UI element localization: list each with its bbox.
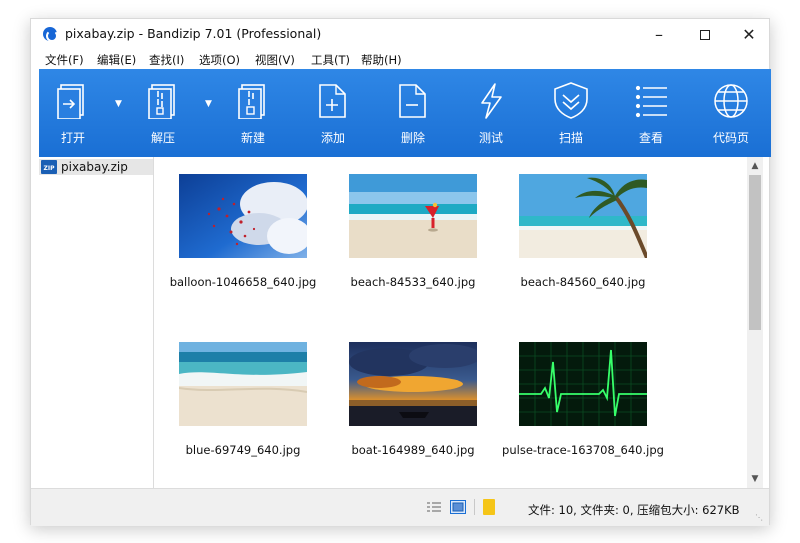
menu-tools[interactable]: 工具(T) (311, 52, 350, 68)
toolbar-test-button[interactable]: 测试 (463, 69, 519, 157)
toolbar-delete-label: 删除 (400, 131, 425, 145)
status-bar: 文件: 10, 文件夹: 0, 压缩包大小: 627KB ⋱ (31, 488, 769, 526)
window-title: pixabay.zip - Bandizip 7.01 (Professiona… (65, 26, 322, 41)
scroll-down-arrow-icon[interactable]: ▼ (747, 472, 763, 486)
toolbar-extract-button[interactable]: 解压 (135, 69, 191, 157)
menu-options[interactable]: 选项(O) (199, 52, 240, 68)
extract-dropdown-arrow[interactable]: ▼ (205, 99, 215, 109)
zip-archive-icon: ZIP (41, 160, 57, 174)
extract-icon (148, 84, 175, 119)
toolbar-add-button[interactable]: 添加 (305, 69, 361, 157)
shield-icon (554, 82, 588, 119)
file-item[interactable]: boat-164989_640.jpg (325, 325, 495, 465)
toolbar-view-button[interactable]: 查看 (623, 69, 679, 157)
app-window: pixabay.zip - Bandizip 7.01 (Professiona… (30, 18, 771, 526)
file-thumbnail-balloon (179, 174, 307, 258)
scroll-thumb[interactable] (749, 175, 761, 330)
delete-file-icon (399, 84, 426, 118)
file-item[interactable]: blue-69749_640.jpg (155, 325, 325, 465)
file-item[interactable]: pulse-trace-163708_640.jpg (495, 325, 665, 465)
open-icon (57, 84, 84, 119)
toolbar-test-label: 测试 (478, 131, 503, 145)
menu-edit[interactable]: 编辑(E) (97, 52, 136, 68)
toolbar-extract-label: 解压 (150, 131, 175, 145)
file-thumbnail-view: balloon-1046658_640.jpg beach-84533_640.… (155, 157, 747, 488)
file-thumbnail-beach-1 (349, 174, 477, 258)
toolbar-view-label: 查看 (638, 131, 663, 145)
file-thumbnail-pulse-trace (519, 342, 647, 426)
scroll-up-arrow-icon[interactable]: ▲ (747, 159, 763, 173)
file-name: beach-84533_640.jpg (350, 275, 476, 289)
toolbar-scan-button[interactable]: 扫描 (543, 69, 599, 157)
toolbar-scan-label: 扫描 (558, 131, 583, 145)
bandizip-logo-icon (43, 27, 58, 42)
menu-help[interactable]: 帮助(H) (361, 52, 402, 68)
lightning-icon (481, 83, 502, 119)
minimize-button[interactable]: – (647, 25, 671, 45)
status-summary: 文件: 10, 文件夹: 0, 压缩包大小: 627KB (528, 503, 740, 517)
open-dropdown-arrow[interactable]: ▼ (115, 99, 125, 109)
toolbar-open-label: 打开 (60, 131, 85, 145)
toolbar-codepage-button[interactable]: 代码页 (703, 69, 759, 157)
file-name: balloon-1046658_640.jpg (169, 275, 317, 289)
thumbnail-view-icon[interactable] (450, 500, 466, 514)
list-icon (635, 85, 667, 118)
menu-file[interactable]: 文件(F) (45, 52, 84, 68)
close-button[interactable]: ✕ (737, 25, 761, 45)
new-archive-icon (238, 84, 265, 119)
file-thumbnail-boat (349, 342, 477, 426)
toolbar-delete-button[interactable]: 删除 (385, 69, 441, 157)
details-view-icon[interactable] (427, 501, 441, 513)
file-thumbnail-beach-2 (519, 174, 647, 258)
file-item[interactable]: beach-84533_640.jpg (325, 157, 495, 297)
add-file-icon (319, 84, 346, 118)
file-name: blue-69749_640.jpg (185, 443, 301, 457)
archive-lock-icon[interactable] (483, 499, 495, 515)
vertical-scrollbar[interactable]: ▲ ▼ (747, 157, 763, 488)
file-name: pulse-trace-163708_640.jpg (502, 443, 664, 457)
toolbar-new-button[interactable]: 新建 (225, 69, 281, 157)
toolbar-add-label: 添加 (320, 131, 345, 145)
menu-find[interactable]: 查找(I) (149, 52, 184, 68)
file-item[interactable]: balloon-1046658_640.jpg (155, 157, 325, 297)
file-thumbnail-blue (179, 342, 307, 426)
toolbar-new-label: 新建 (240, 131, 265, 145)
maximize-button[interactable] (693, 25, 717, 45)
title-bar[interactable]: pixabay.zip - Bandizip 7.01 (Professiona… (31, 19, 769, 49)
menu-bar: 文件(F) 编辑(E) 查找(I) 选项(O) 视图(V) 工具(T) 帮助(H… (31, 49, 769, 69)
menu-view[interactable]: 视图(V) (255, 52, 295, 68)
toolbar-codepage-label: 代码页 (712, 131, 749, 145)
globe-icon (714, 84, 748, 118)
toolbar: 打开 ▼ 解压 ▼ 新建 添加 删除 测试 扫描 查看 代码页 (39, 69, 771, 157)
status-divider (474, 499, 475, 515)
tree-item-label: pixabay.zip (61, 160, 128, 174)
maximize-icon (700, 30, 710, 40)
file-name: beach-84560_640.jpg (520, 275, 646, 289)
file-item[interactable]: beach-84560_640.jpg (495, 157, 665, 297)
resize-grip-icon[interactable]: ⋱ (755, 513, 765, 523)
toolbar-open-button[interactable]: 打开 (45, 69, 101, 157)
file-name: boat-164989_640.jpg (351, 443, 475, 457)
tree-item-archive-root[interactable]: ZIP pixabay.zip (39, 159, 153, 175)
folder-tree: ZIP pixabay.zip (39, 157, 154, 488)
